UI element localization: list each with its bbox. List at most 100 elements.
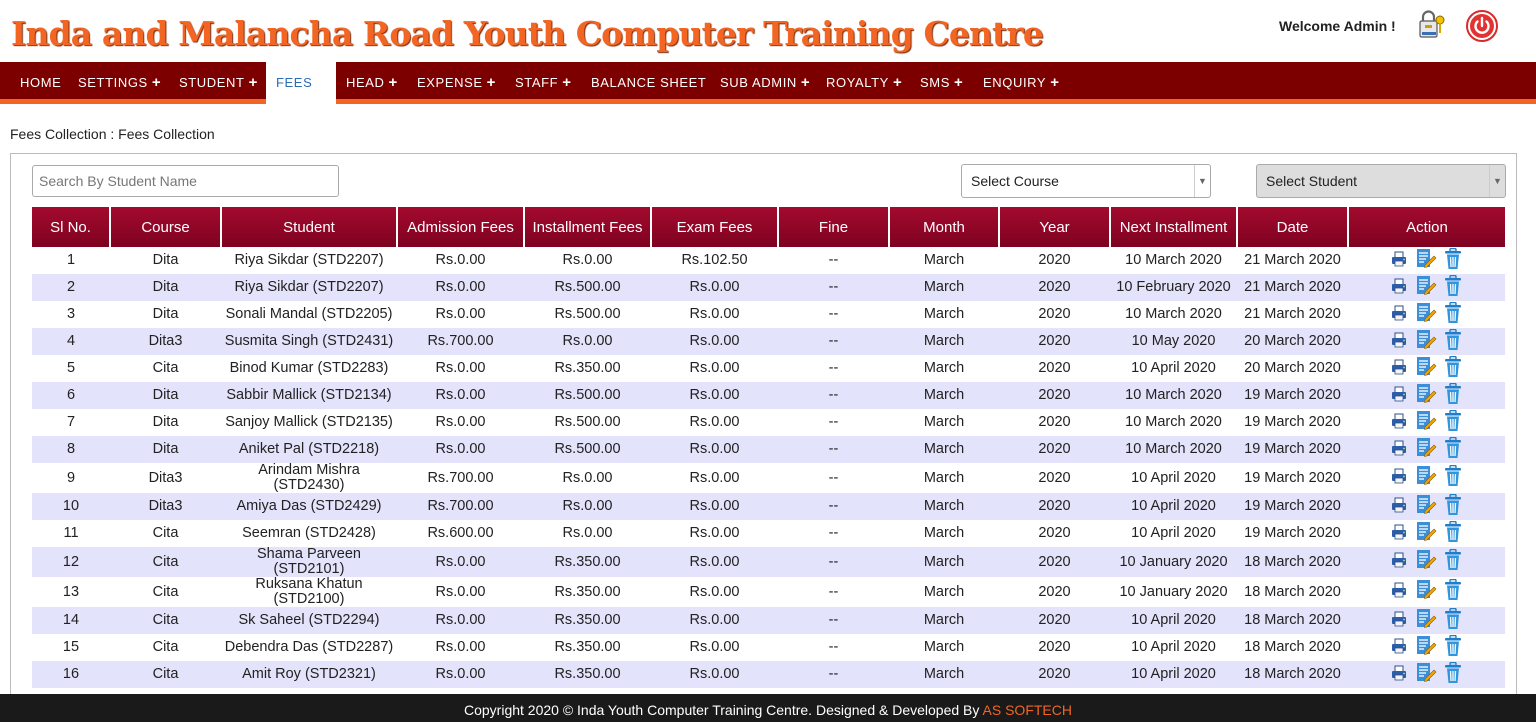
delete-icon[interactable] <box>1443 548 1463 575</box>
edit-icon[interactable] <box>1415 437 1437 463</box>
print-icon[interactable] <box>1391 304 1409 326</box>
cell-admission-fees: Rs.600.00 <box>427 525 494 541</box>
delete-icon[interactable] <box>1443 409 1463 436</box>
edit-icon[interactable] <box>1415 302 1437 328</box>
cell-action <box>1348 247 1505 274</box>
print-icon[interactable] <box>1391 551 1409 573</box>
delete-icon[interactable] <box>1443 382 1463 409</box>
print-icon[interactable] <box>1391 581 1409 603</box>
edit-icon[interactable] <box>1415 275 1437 301</box>
print-icon[interactable] <box>1391 610 1409 632</box>
student-select[interactable]: Select Student ▼ <box>1256 164 1506 198</box>
cell-student: Debendra Das (STD2287) <box>224 639 394 655</box>
print-icon[interactable] <box>1391 496 1409 518</box>
delete-icon[interactable] <box>1443 328 1463 355</box>
nav-settings[interactable]: SETTINGS + <box>78 62 161 104</box>
nav-expense[interactable]: EXPENSE + <box>417 62 496 104</box>
column-header: Exam Fees <box>651 207 779 247</box>
table-row: 5 Cita Binod Kumar (STD2283) Rs.0.00 Rs.350.… <box>32 355 1505 382</box>
edit-icon[interactable] <box>1415 465 1437 491</box>
print-icon[interactable] <box>1391 637 1409 659</box>
logout-power-icon[interactable] <box>1466 10 1498 42</box>
cell-admission-fees: Rs.0.00 <box>397 661 524 688</box>
column-header: Action <box>1348 207 1505 247</box>
table-header: Sl No. Course Student Admission Fees Install… <box>32 207 1505 247</box>
delete-icon[interactable] <box>1443 607 1463 634</box>
cell-course: Dita3 <box>110 328 221 355</box>
edit-icon[interactable] <box>1415 329 1437 355</box>
print-icon[interactable] <box>1391 250 1409 272</box>
print-icon[interactable] <box>1391 439 1409 461</box>
nav-sms[interactable]: SMS + <box>920 62 963 104</box>
edit-icon[interactable] <box>1415 494 1437 520</box>
nav-balance-sheet[interactable]: BALANCE SHEET <box>591 62 706 104</box>
delete-icon[interactable] <box>1443 520 1463 547</box>
expand-plus-icon: + <box>1050 74 1060 91</box>
delete-icon[interactable] <box>1443 578 1463 605</box>
cell-month: March <box>923 414 965 430</box>
nav-fees[interactable]: FEES <box>266 62 336 104</box>
change-password-icon[interactable] <box>1418 10 1448 42</box>
edit-icon[interactable] <box>1415 549 1437 575</box>
print-icon[interactable] <box>1391 358 1409 380</box>
cell-action <box>1348 520 1505 547</box>
cell-fine: -- <box>778 607 889 634</box>
delete-icon[interactable] <box>1443 436 1463 463</box>
nav-staff[interactable]: STAFF + <box>515 62 572 104</box>
delete-icon[interactable] <box>1443 355 1463 382</box>
edit-icon[interactable] <box>1415 579 1437 605</box>
cell-exam-fees: Rs.0.00 <box>689 525 740 541</box>
footer-brand-link[interactable]: AS SOFTECH <box>983 702 1072 718</box>
edit-icon[interactable] <box>1415 383 1437 409</box>
search-student-input[interactable] <box>32 165 339 197</box>
nav-home[interactable]: HOME <box>20 62 61 104</box>
cell-student: Binod Kumar (STD2283) <box>229 360 389 376</box>
cell-action <box>1348 301 1505 328</box>
print-icon[interactable] <box>1391 331 1409 353</box>
cell-year: 2020 <box>999 661 1110 688</box>
nav-head[interactable]: HEAD + <box>346 62 398 104</box>
edit-icon[interactable] <box>1415 410 1437 436</box>
delete-icon[interactable] <box>1443 661 1463 688</box>
cell-action <box>1348 382 1505 409</box>
cell-action <box>1348 607 1505 634</box>
cell-exam-fees: Rs.0.00 <box>689 306 740 322</box>
nav-royalty[interactable]: ROYALTY + <box>826 62 902 104</box>
edit-icon[interactable] <box>1415 248 1437 274</box>
edit-icon[interactable] <box>1415 635 1437 661</box>
table-row: 15 Cita Debendra Das (STD2287) Rs.0.00 Rs.35… <box>32 634 1505 661</box>
cell-course: Dita <box>152 306 179 322</box>
delete-icon[interactable] <box>1443 634 1463 661</box>
edit-icon[interactable] <box>1415 608 1437 634</box>
delete-icon[interactable] <box>1443 493 1463 520</box>
cell-sl-no: 3 <box>66 306 76 322</box>
cell-sl-no: 12 <box>32 547 110 577</box>
nav-enquiry[interactable]: ENQUIRY + <box>983 62 1060 104</box>
print-icon[interactable] <box>1391 385 1409 407</box>
print-icon[interactable] <box>1391 523 1409 545</box>
nav-sub-admin[interactable]: SUB ADMIN + <box>720 62 810 104</box>
course-select[interactable]: Select Course ▼ <box>961 164 1211 198</box>
print-icon[interactable] <box>1391 412 1409 434</box>
cell-month: March <box>923 469 965 486</box>
delete-icon[interactable] <box>1443 301 1463 328</box>
cell-next-installment: 10 April 2020 <box>1131 639 1216 655</box>
print-icon[interactable] <box>1391 277 1409 299</box>
cell-sl-no: 2 <box>32 274 110 301</box>
cell-sl-no: 10 <box>32 493 110 520</box>
delete-icon[interactable] <box>1443 247 1463 274</box>
delete-icon[interactable] <box>1443 464 1463 491</box>
cell-installment-fees: Rs.0.00 <box>524 493 651 520</box>
cell-installment-fees: Rs.350.00 <box>554 360 621 376</box>
edit-icon[interactable] <box>1415 356 1437 382</box>
delete-icon[interactable] <box>1443 274 1463 301</box>
print-icon[interactable] <box>1391 467 1409 489</box>
cell-course: Dita <box>110 274 221 301</box>
cell-course: Dita <box>152 414 179 430</box>
print-icon[interactable] <box>1391 664 1409 686</box>
nav-student[interactable]: STUDENT + <box>179 62 258 104</box>
edit-icon[interactable] <box>1415 662 1437 688</box>
table-row: 7 Dita Sanjoy Mallick (STD2135) Rs.0.00 Rs.5… <box>32 409 1505 436</box>
edit-icon[interactable] <box>1415 521 1437 547</box>
cell-installment-fees: Rs.350.00 <box>524 661 651 688</box>
